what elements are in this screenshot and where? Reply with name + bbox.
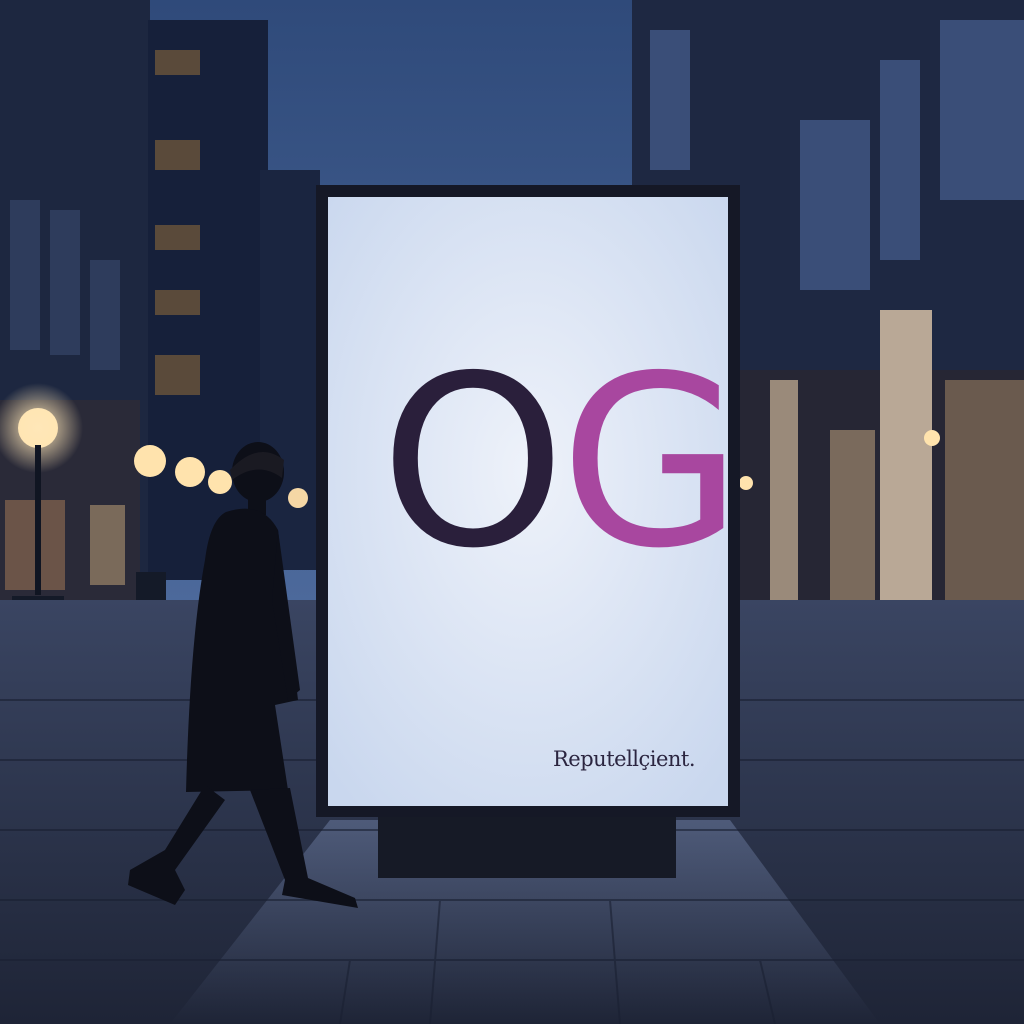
street-lamp-glow bbox=[288, 488, 308, 508]
planter bbox=[136, 572, 166, 602]
wall-light bbox=[739, 476, 753, 490]
billboard-brand-text: Reputellçient. bbox=[553, 747, 696, 771]
billboard-logo: OG bbox=[380, 345, 743, 581]
street-lamp-glow bbox=[134, 445, 166, 477]
street-lamp-glow bbox=[175, 457, 205, 487]
street-lamp-glow bbox=[208, 470, 232, 494]
pillar bbox=[880, 310, 932, 640]
logo-letter-o: O bbox=[380, 325, 566, 600]
billboard-base bbox=[378, 810, 676, 878]
pillar bbox=[770, 380, 798, 610]
wall-light bbox=[924, 430, 940, 446]
logo-letter-g: G bbox=[559, 325, 743, 600]
street-scene: OG Reputellçient. bbox=[0, 0, 1024, 1024]
